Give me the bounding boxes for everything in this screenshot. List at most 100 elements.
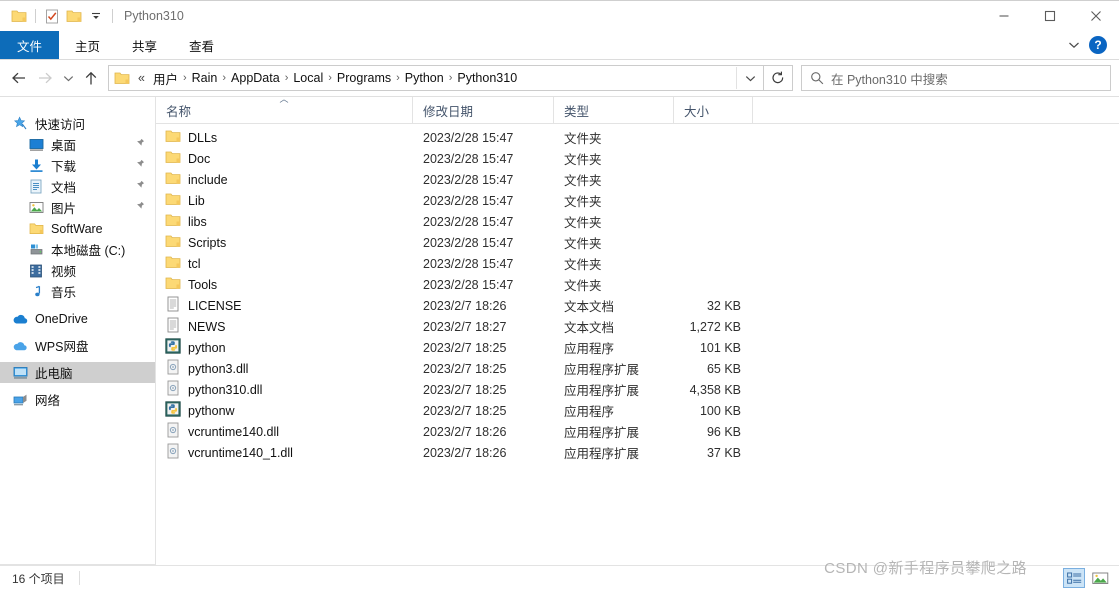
breadcrumb-item-5[interactable]: Python (401, 70, 448, 86)
table-row[interactable]: Doc2023/2/28 15:47文件夹 (156, 148, 1119, 169)
sidebar-item-pictures[interactable]: 图片 (0, 197, 155, 218)
table-row[interactable]: include2023/2/28 15:47文件夹 (156, 169, 1119, 190)
table-row[interactable]: tcl2023/2/28 15:47文件夹 (156, 253, 1119, 274)
search-box[interactable]: 在 Python310 中搜索 (801, 65, 1111, 91)
sidebar-item-documents[interactable]: 文档 (0, 176, 155, 197)
sidebar-item-software[interactable]: SoftWare (0, 218, 155, 239)
table-row[interactable]: NEWS2023/2/7 18:27文本文档1,272 KB (156, 316, 1119, 337)
cell-name: libs (156, 212, 413, 231)
cell-date: 2023/2/7 18:26 (413, 446, 554, 460)
column-header-name[interactable]: ︿ 名称 (156, 97, 413, 123)
pin-icon-desktop[interactable] (134, 138, 145, 153)
tab-home[interactable]: 主页 (59, 31, 116, 59)
breadcrumb-overflow[interactable]: « (134, 70, 149, 86)
sidebar-label-quick-access: 快速访问 (35, 114, 85, 133)
folder-icon (165, 212, 181, 231)
file-name: LICENSE (188, 299, 242, 313)
sidebar-item-downloads[interactable]: 下载 (0, 155, 155, 176)
back-button[interactable] (6, 65, 32, 91)
address-bar[interactable]: « 用户 › Rain › AppData › Local › Programs… (108, 65, 764, 91)
breadcrumb-item-3[interactable]: Local (289, 70, 327, 86)
up-button[interactable] (78, 65, 104, 91)
folder-icon (165, 170, 181, 189)
column-headers: ︿ 名称 修改日期 类型 大小 (156, 97, 1119, 124)
cell-date: 2023/2/7 18:25 (413, 362, 554, 376)
file-list-pane: ︿ 名称 修改日期 类型 大小 DLLs2023/2/28 15:47文件夹Do… (156, 97, 1119, 565)
sidebar-label-network: 网络 (35, 390, 60, 409)
sidebar-label-software: SoftWare (51, 222, 103, 236)
tab-view[interactable]: 查看 (173, 31, 230, 59)
downloads-icon (28, 158, 44, 174)
table-row[interactable]: LICENSE2023/2/7 18:26文本文档32 KB (156, 295, 1119, 316)
cell-type: 文件夹 (554, 149, 674, 168)
maximize-button[interactable] (1027, 1, 1073, 31)
column-header-size-label: 大小 (684, 101, 709, 120)
column-header-date[interactable]: 修改日期 (413, 97, 554, 123)
cell-type: 文件夹 (554, 254, 674, 273)
column-header-size[interactable]: 大小 (674, 97, 753, 123)
table-row[interactable]: pythonw2023/2/7 18:25应用程序100 KB (156, 400, 1119, 421)
table-row[interactable]: vcruntime140.dll2023/2/7 18:26应用程序扩展96 K… (156, 421, 1119, 442)
sidebar-item-music[interactable]: 音乐 (0, 281, 155, 302)
table-row[interactable]: DLLs2023/2/28 15:47文件夹 (156, 127, 1119, 148)
table-row[interactable]: Lib2023/2/28 15:47文件夹 (156, 190, 1119, 211)
cell-type: 应用程序扩展 (554, 380, 674, 399)
sidebar-item-desktop[interactable]: 桌面 (0, 134, 155, 155)
sidebar-label-wps-cloud: WPS网盘 (35, 336, 88, 355)
new-folder-icon[interactable] (63, 5, 85, 27)
minimize-button[interactable] (981, 1, 1027, 31)
tab-share[interactable]: 共享 (116, 31, 173, 59)
customize-chevron-icon[interactable] (85, 5, 107, 27)
refresh-button[interactable] (764, 65, 793, 91)
cell-size: 32 KB (674, 299, 753, 313)
address-dropdown-icon[interactable] (736, 67, 763, 89)
file-name: python310.dll (188, 383, 262, 397)
search-input[interactable]: 在 Python310 中搜索 (831, 69, 948, 88)
table-row[interactable]: python3.dll2023/2/7 18:25应用程序扩展65 KB (156, 358, 1119, 379)
sidebar-item-wps-cloud[interactable]: WPS网盘 (0, 335, 155, 356)
breadcrumb-item-6[interactable]: Python310 (453, 70, 521, 86)
window-title: Python310 (124, 9, 184, 23)
pin-icon-downloads[interactable] (134, 159, 145, 174)
qat-divider-1 (35, 9, 36, 23)
sort-ascending-icon: ︿ (279, 92, 288, 105)
cell-size: 101 KB (674, 341, 753, 355)
pin-icon-pictures[interactable] (134, 201, 145, 216)
network-icon (12, 392, 28, 408)
table-row[interactable]: libs2023/2/28 15:47文件夹 (156, 211, 1119, 232)
table-row[interactable]: vcruntime140_1.dll2023/2/7 18:26应用程序扩展37… (156, 442, 1119, 463)
breadcrumb-item-1[interactable]: Rain (188, 70, 222, 86)
properties-icon[interactable] (41, 5, 63, 27)
this-pc-icon (12, 365, 28, 381)
sidebar-item-quick-access[interactable]: 快速访问 (0, 113, 155, 134)
dll-icon (165, 443, 181, 462)
file-name: DLLs (188, 131, 217, 145)
tab-file[interactable]: 文件 (0, 31, 59, 59)
sidebar-item-onedrive[interactable]: OneDrive (0, 308, 155, 329)
wps-cloud-icon (12, 338, 28, 354)
breadcrumb-item-0[interactable]: 用户 (149, 68, 182, 89)
column-header-type[interactable]: 类型 (554, 97, 674, 123)
details-view-button[interactable] (1063, 568, 1085, 588)
recent-locations-button[interactable] (58, 65, 78, 91)
table-row[interactable]: python310.dll2023/2/7 18:25应用程序扩展4,358 K… (156, 379, 1119, 400)
breadcrumb-item-2[interactable]: AppData (227, 70, 284, 86)
help-button[interactable]: ? (1089, 36, 1107, 54)
folder-icon[interactable] (8, 5, 30, 27)
close-button[interactable] (1073, 1, 1119, 31)
sidebar-item-network[interactable]: 网络 (0, 389, 155, 410)
forward-button[interactable] (32, 65, 58, 91)
table-row[interactable]: Scripts2023/2/28 15:47文件夹 (156, 232, 1119, 253)
breadcrumb-item-4[interactable]: Programs (333, 70, 395, 86)
table-row[interactable]: python2023/2/7 18:25应用程序101 KB (156, 337, 1119, 358)
collapse-ribbon-icon[interactable] (1061, 33, 1087, 57)
sidebar-item-videos[interactable]: 视频 (0, 260, 155, 281)
sidebar-item-this-pc[interactable]: 此电脑 (0, 362, 155, 383)
sidebar-item-local-disk-c[interactable]: 本地磁盘 (C:) (0, 239, 155, 260)
cell-type: 应用程序 (554, 401, 674, 420)
cell-date: 2023/2/28 15:47 (413, 152, 554, 166)
table-row[interactable]: Tools2023/2/28 15:47文件夹 (156, 274, 1119, 295)
cell-type: 文件夹 (554, 275, 674, 294)
pin-icon-documents[interactable] (134, 180, 145, 195)
large-icons-view-button[interactable] (1089, 568, 1111, 588)
